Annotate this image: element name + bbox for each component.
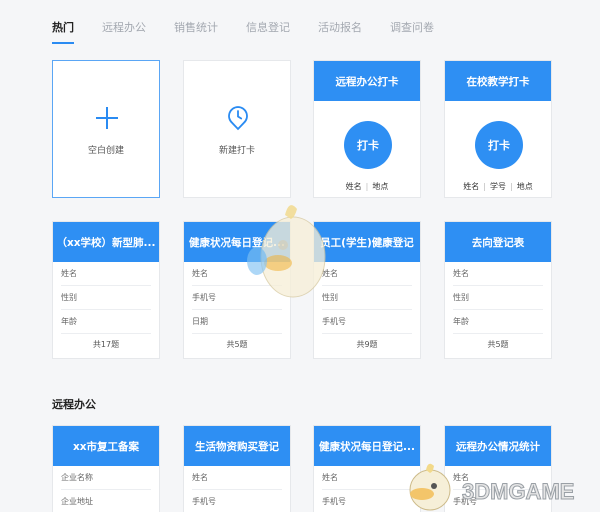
clock-pin-icon bbox=[228, 106, 248, 131]
template-supplies-purchase[interactable]: 生活物资购买登记 姓名 手机号 bbox=[183, 425, 291, 512]
form-field: 手机号 bbox=[322, 490, 412, 512]
category-tabs: 热门 远程办公 销售统计 信息登记 活动报名 调查问卷 bbox=[52, 20, 462, 44]
form-field: 企业地址 bbox=[61, 490, 151, 512]
watermark-logo-icon bbox=[409, 463, 451, 511]
blank-create-label: 空白创建 bbox=[87, 146, 124, 156]
punch-button[interactable]: 打卡 bbox=[475, 121, 523, 169]
form-field: 姓名 bbox=[192, 466, 282, 490]
separator: | bbox=[510, 182, 513, 191]
form-field: 姓名 bbox=[322, 262, 412, 286]
form-field: 手机号 bbox=[322, 310, 412, 334]
separator: | bbox=[483, 182, 486, 191]
card-title: 在校教学打卡 bbox=[445, 61, 551, 101]
field-name: 姓名 bbox=[345, 182, 362, 191]
watermark-text: 3DMGAME bbox=[461, 479, 575, 505]
tab-hot[interactable]: 热门 bbox=[52, 20, 74, 44]
card-title: （xx学校）新型肺... bbox=[53, 222, 159, 262]
card-title: 远程办公打卡 bbox=[314, 61, 420, 101]
form-field: 企业名称 bbox=[61, 466, 151, 490]
blank-create-card[interactable]: 空白创建 bbox=[52, 60, 160, 198]
plus-icon bbox=[96, 107, 118, 129]
question-count: 共5题 bbox=[226, 340, 248, 349]
form-field: 姓名 bbox=[453, 262, 543, 286]
form-field: 姓名 bbox=[61, 262, 151, 286]
new-punch-card[interactable]: 新建打卡 bbox=[183, 60, 291, 198]
card-title: xx市复工备案 bbox=[53, 426, 159, 466]
template-school-epidemic[interactable]: （xx学校）新型肺... 姓名 性别 年龄 共17题 bbox=[52, 221, 160, 359]
mascot-watermark-icon bbox=[247, 205, 326, 298]
punch-button[interactable]: 打卡 bbox=[344, 121, 392, 169]
template-whereabouts[interactable]: 去向登记表 姓名 性别 年龄 共5题 bbox=[444, 221, 552, 359]
punch-fields: 姓名 | 地点 bbox=[314, 181, 420, 192]
template-remote-punch[interactable]: 远程办公打卡 打卡 姓名 | 地点 bbox=[313, 60, 421, 198]
template-resume-work-filing[interactable]: xx市复工备案 企业名称 企业地址 bbox=[52, 425, 160, 512]
section-title: 远程办公 bbox=[52, 398, 96, 411]
form-field: 年龄 bbox=[453, 310, 543, 334]
tab-event-signup[interactable]: 活动报名 bbox=[318, 20, 362, 40]
new-punch-label: 新建打卡 bbox=[218, 146, 255, 156]
template-school-punch[interactable]: 在校教学打卡 打卡 姓名 | 学号 | 地点 bbox=[444, 60, 552, 198]
field-location: 地点 bbox=[372, 182, 389, 191]
punch-fields: 姓名 | 学号 | 地点 bbox=[445, 181, 551, 192]
form-field: 性别 bbox=[322, 286, 412, 310]
question-count: 共5题 bbox=[487, 340, 509, 349]
question-count: 共17题 bbox=[92, 340, 120, 349]
form-field: 日期 bbox=[192, 310, 282, 334]
tab-remote-office[interactable]: 远程办公 bbox=[102, 20, 146, 40]
field-name: 姓名 bbox=[463, 182, 480, 191]
field-location: 地点 bbox=[516, 182, 533, 191]
card-title: 去向登记表 bbox=[445, 222, 551, 262]
tab-sales-stats[interactable]: 销售统计 bbox=[174, 20, 218, 40]
question-count: 共9题 bbox=[356, 340, 378, 349]
tab-info-register[interactable]: 信息登记 bbox=[246, 20, 290, 40]
card-title: 远程办公情况统计 bbox=[445, 426, 551, 466]
separator: | bbox=[365, 182, 369, 191]
form-field: 性别 bbox=[61, 286, 151, 310]
form-field: 姓名 bbox=[322, 466, 412, 490]
field-student-id: 学号 bbox=[490, 182, 506, 191]
tab-survey[interactable]: 调查问卷 bbox=[390, 20, 434, 40]
card-title: 生活物资购买登记 bbox=[184, 426, 290, 466]
form-field: 年龄 bbox=[61, 310, 151, 334]
form-field: 性别 bbox=[453, 286, 543, 310]
form-field: 手机号 bbox=[192, 490, 282, 512]
